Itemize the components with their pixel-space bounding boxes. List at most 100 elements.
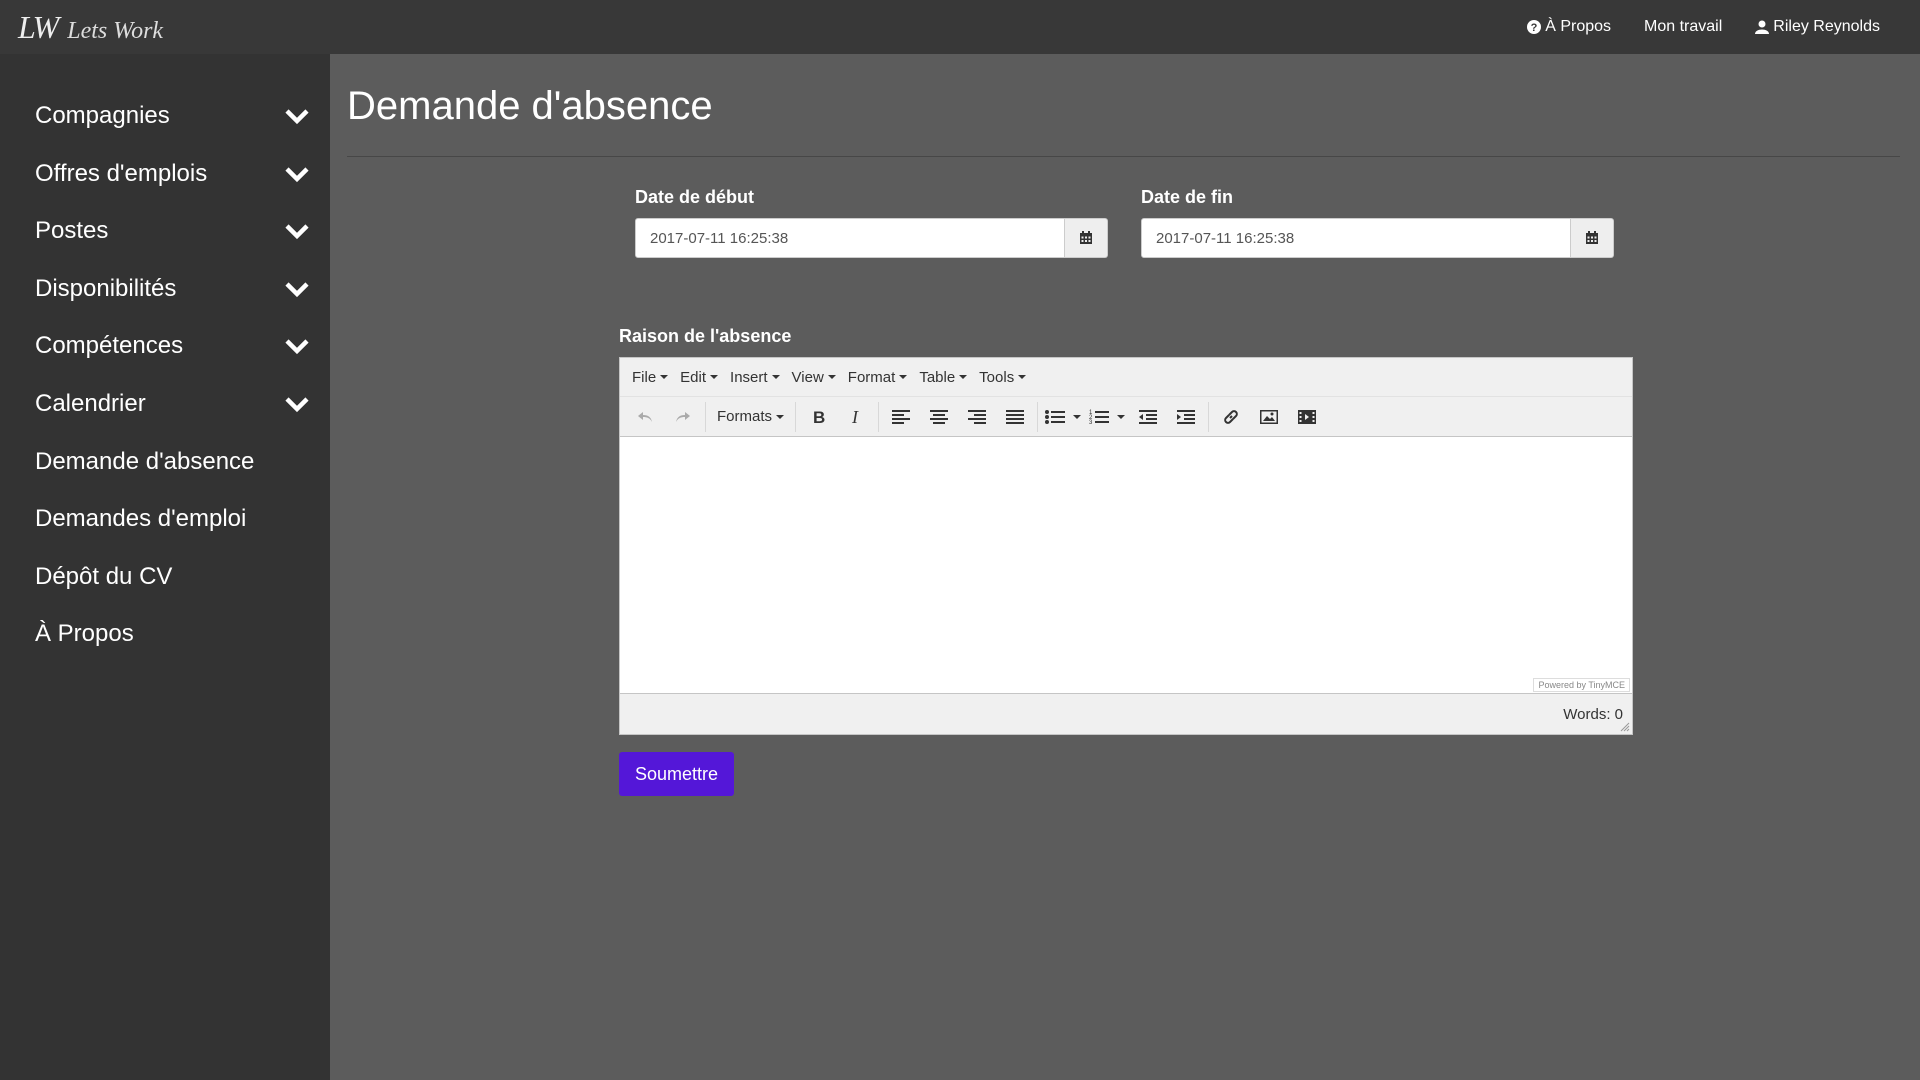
caret-down-icon (1018, 375, 1027, 379)
end-date-calendar-button[interactable] (1571, 218, 1614, 258)
start-date-input[interactable] (635, 218, 1065, 258)
menu-label: File (632, 368, 657, 386)
align-right-button[interactable] (962, 402, 992, 432)
align-center-button[interactable] (924, 402, 954, 432)
sidebar-item-label: Offres d'emplois (35, 160, 208, 187)
svg-text:B: B (813, 409, 825, 425)
caret-down-icon (899, 375, 908, 379)
sidebar-item-demandes-emploi[interactable]: Demandes d'emploi (35, 497, 310, 541)
sidebar-item-postes[interactable]: Postes (35, 209, 310, 253)
menu-file[interactable]: File (632, 368, 669, 386)
undo-icon (638, 411, 652, 422)
bullet-list-button[interactable] (1045, 402, 1082, 432)
toolbar-separator (1037, 401, 1039, 432)
end-date-group (1141, 218, 1614, 258)
brand-name: Lets Work (67, 18, 164, 44)
menu-table[interactable]: Table (919, 368, 968, 386)
numbered-list-button[interactable]: 123 (1089, 402, 1126, 432)
end-date-label: Date de fin (1141, 187, 1234, 207)
outdent-button[interactable] (1133, 402, 1163, 432)
link-icon (1224, 409, 1238, 424)
menu-label: Table (919, 368, 956, 386)
menu-tools[interactable]: Tools (979, 368, 1027, 386)
menu-label: View (791, 368, 824, 386)
sidebar-item-label: Postes (35, 217, 109, 244)
editor-content-area[interactable] (620, 437, 1632, 693)
undo-button[interactable] (630, 402, 660, 432)
menu-insert[interactable]: Insert (730, 369, 780, 386)
submit-button[interactable]: Soumettre (619, 752, 734, 796)
brand-logo: LW (18, 9, 59, 45)
word-count: Words: 0 (1563, 706, 1623, 723)
chevron-down-icon (285, 397, 309, 413)
redo-button[interactable] (668, 402, 698, 432)
sidebar-item-depot-cv[interactable]: Dépôt du CV (35, 555, 310, 599)
insert-media-button[interactable] (1292, 402, 1322, 432)
top-navbar: LW Lets Work ? À Propos Mon travail Rile… (0, 0, 1920, 54)
nav-about-label: À Propos (1545, 18, 1612, 35)
nav-about-link[interactable]: ? À Propos (1527, 18, 1611, 36)
sidebar-item-disponibilites[interactable]: Disponibilités (35, 267, 310, 311)
calendar-icon (1080, 231, 1092, 244)
question-circle-icon: ? (1527, 20, 1542, 34)
indent-button[interactable] (1171, 402, 1201, 432)
chevron-down-icon (285, 224, 309, 240)
reason-label: Raison de l'absence (619, 326, 792, 346)
media-icon (1298, 409, 1317, 424)
end-date-input[interactable] (1141, 218, 1571, 258)
align-center-icon (930, 409, 949, 424)
align-left-icon (892, 409, 911, 424)
caret-down-icon (959, 375, 968, 379)
insert-link-button[interactable] (1216, 402, 1246, 432)
italic-button[interactable]: I (841, 402, 871, 432)
align-justify-button[interactable] (1000, 402, 1030, 432)
nav-user-label: Riley Reynolds (1773, 18, 1880, 35)
caret-down-icon (776, 414, 785, 419)
toolbar-separator (1208, 401, 1210, 432)
sidebar: Compagnies Offres d'emplois Postes Dispo… (0, 54, 330, 1080)
sidebar-item-demande-absence[interactable]: Demande d'absence (35, 440, 310, 484)
menu-label: Format (847, 368, 896, 386)
toolbar-separator (795, 401, 797, 432)
rich-text-editor: File Edit Insert View Format Table Tools… (619, 357, 1633, 735)
align-justify-icon (1006, 409, 1025, 424)
caret-down-icon (771, 375, 780, 379)
bullet-list-icon (1045, 409, 1066, 424)
menu-label: Tools (979, 368, 1015, 386)
nav-my-work-link[interactable]: Mon travail (1644, 18, 1722, 36)
sidebar-item-calendrier[interactable]: Calendrier (35, 382, 310, 426)
sidebar-item-offres-emplois[interactable]: Offres d'emplois (35, 152, 310, 196)
menu-view[interactable]: View (792, 369, 836, 386)
caret-down-icon (710, 375, 719, 379)
sidebar-item-a-propos[interactable]: À Propos (35, 612, 310, 656)
sidebar-item-competences[interactable]: Compétences (35, 324, 310, 368)
menu-label: Insert (730, 368, 768, 386)
formats-dropdown[interactable]: Formats (713, 402, 788, 432)
editor-menubar: File Edit Insert View Format Table Tools (620, 358, 1632, 397)
start-date-calendar-button[interactable] (1065, 218, 1108, 258)
powered-by-label[interactable]: Powered by TinyMCE (1533, 678, 1630, 692)
chevron-down-icon (285, 167, 309, 183)
menu-format[interactable]: Format (848, 369, 908, 386)
menu-label: Edit (680, 368, 707, 386)
sidebar-item-compagnies[interactable]: Compagnies (35, 94, 310, 138)
start-date-label: Date de début (635, 187, 755, 207)
bold-button[interactable]: B (803, 402, 833, 432)
svg-text:?: ? (1531, 22, 1538, 34)
sidebar-item-label: Compétences (35, 332, 184, 359)
chevron-down-icon (285, 109, 309, 125)
align-right-icon (968, 409, 987, 424)
menu-edit[interactable]: Edit (680, 368, 719, 386)
caret-down-icon (1117, 414, 1126, 419)
nav-user-link[interactable]: Riley Reynolds (1755, 18, 1880, 36)
chevron-down-icon (285, 282, 309, 298)
caret-down-icon (827, 375, 836, 379)
italic-icon: I (851, 409, 859, 425)
resize-handle-icon[interactable] (1620, 722, 1630, 732)
brand[interactable]: LW Lets Work (18, 8, 163, 46)
calendar-icon (1586, 231, 1598, 244)
insert-image-button[interactable] (1254, 402, 1284, 432)
redo-icon (676, 411, 690, 422)
sidebar-item-label: Demande d'absence (35, 448, 255, 475)
align-left-button[interactable] (886, 402, 916, 432)
